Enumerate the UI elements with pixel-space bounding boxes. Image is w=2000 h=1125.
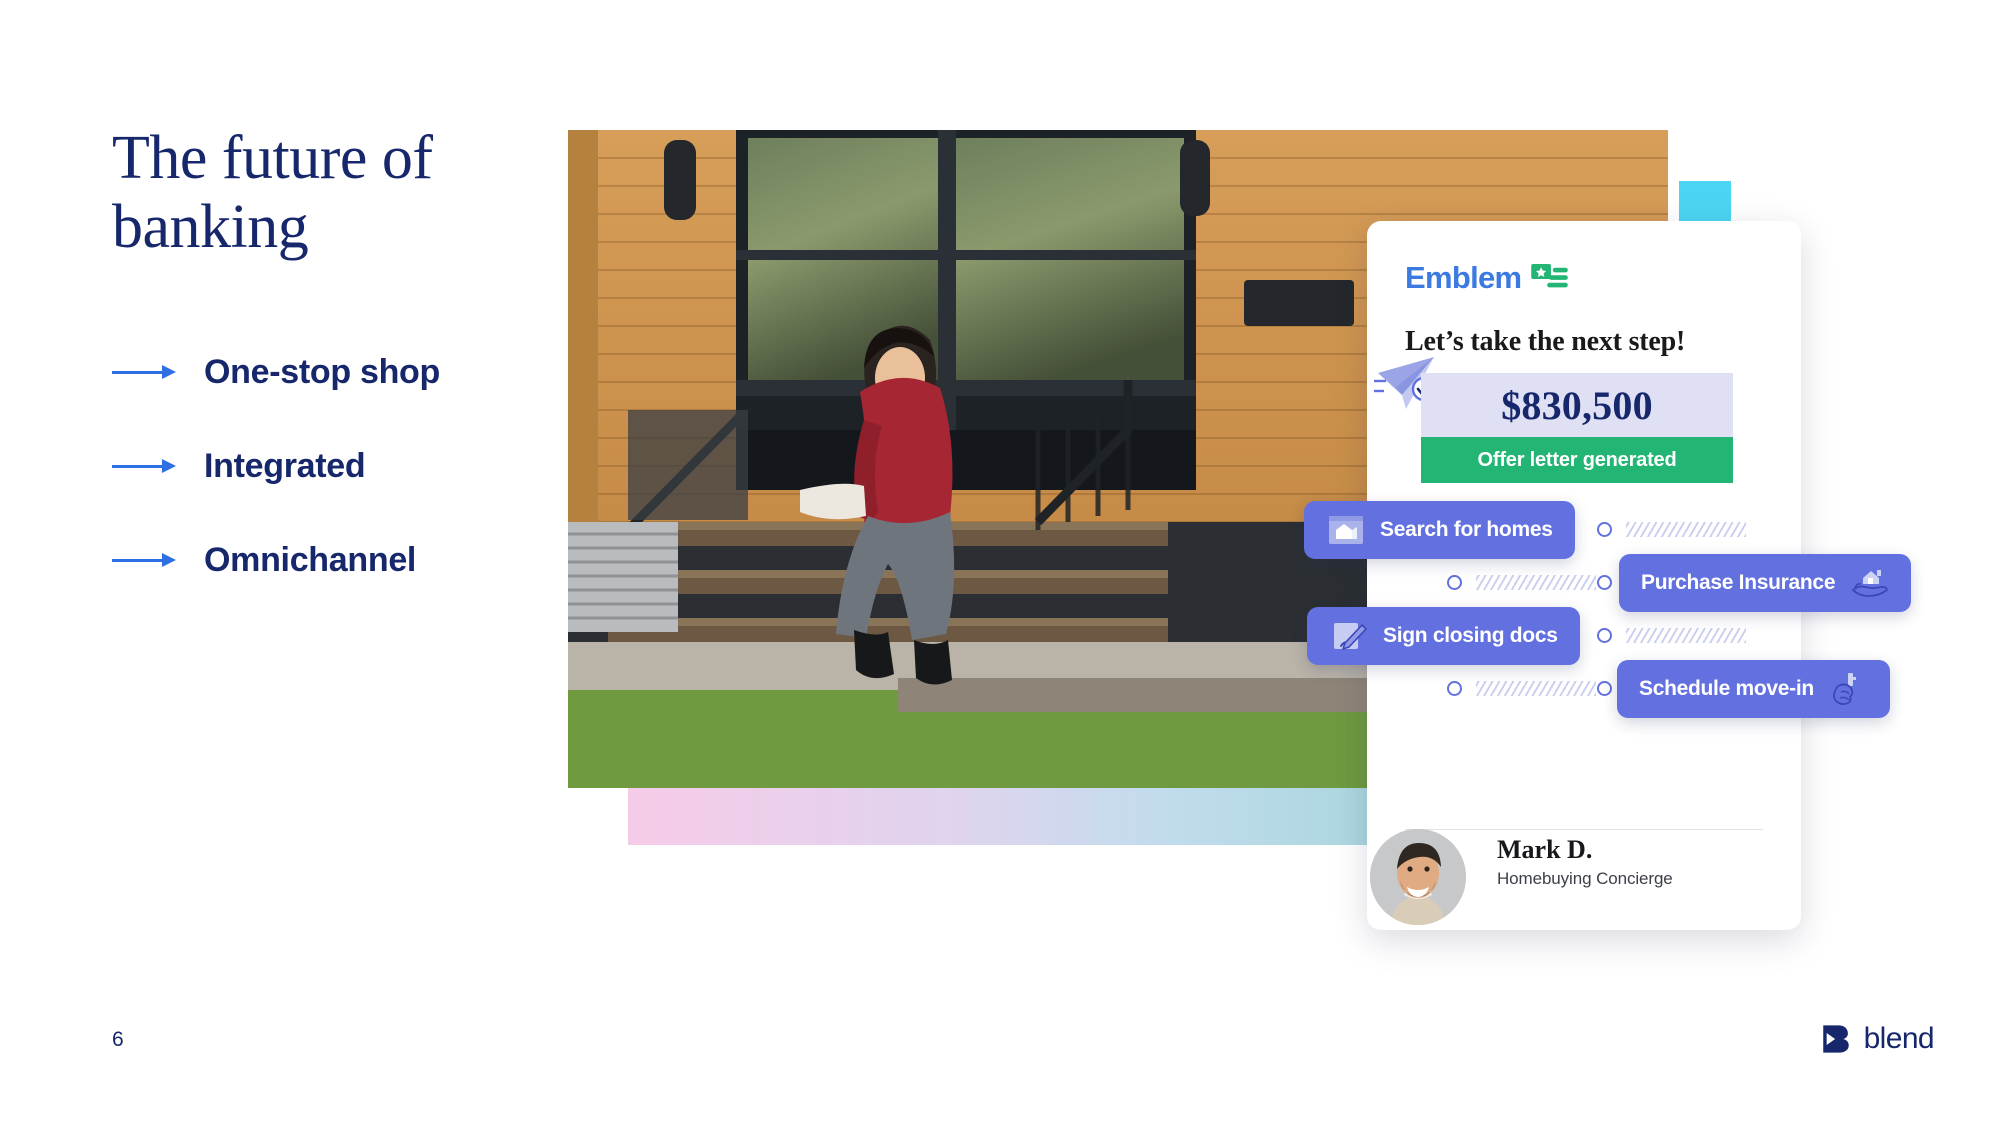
chip-search-for-homes[interactable]: Search for homes [1304, 501, 1575, 559]
placeholder-bar [1626, 522, 1746, 537]
bullet-label: Integrated [204, 446, 366, 485]
placeholder-circle-icon [1447, 575, 1462, 590]
placeholder-circle-icon [1597, 575, 1612, 590]
list-item: Integrated [112, 419, 582, 513]
hand-house-icon [1852, 570, 1889, 597]
bullet-label: One-stop shop [204, 352, 440, 391]
emblem-wordmark: Emblem [1405, 260, 1522, 295]
placeholder-circle-icon [1447, 681, 1462, 696]
arrow-right-icon [112, 359, 176, 385]
chip-label: Sign closing docs [1383, 624, 1558, 647]
placeholder-row [1597, 628, 1746, 643]
arrow-right-icon [112, 547, 176, 573]
avatar-photo [1370, 829, 1466, 925]
chip-purchase-insurance[interactable]: Purchase Insurance [1619, 554, 1912, 612]
placeholder-bar [1626, 628, 1746, 643]
house-window-icon [1329, 516, 1363, 544]
placeholder-circle-icon [1597, 522, 1612, 537]
emblem-flag-icon [1531, 263, 1569, 288]
placeholder-bar [1476, 681, 1596, 696]
card-heading: Let’s take the next step! [1405, 326, 1686, 357]
blend-logo: blend [1819, 1022, 1935, 1056]
divider [1405, 829, 1763, 830]
chip-schedule-move-in[interactable]: Schedule move-in [1617, 660, 1890, 718]
placeholder-circle-icon [1597, 628, 1612, 643]
status-badge: Offer letter generated [1421, 437, 1733, 483]
person-name: Mark D. [1497, 835, 1593, 864]
gradient-accent-bar [628, 788, 1408, 845]
document-pen-icon [1334, 623, 1367, 650]
price-block: $830,500 Offer letter generated [1421, 373, 1733, 483]
placeholder-row [1447, 681, 1596, 696]
action-chip-area: Search for homes Sign closing docs Purch… [1304, 501, 1912, 831]
arrow-right-icon [112, 453, 176, 479]
chip-sign-closing-docs[interactable]: Sign closing docs [1307, 607, 1580, 665]
price-amount: $830,500 [1421, 373, 1733, 437]
placeholder-row [1597, 575, 1612, 590]
emblem-card: Emblem Let’s take the next step! $830,50… [1304, 221, 1912, 930]
list-item: Omnichannel [112, 513, 582, 607]
page-title: The future of banking [112, 124, 433, 262]
avatar [1370, 829, 1466, 925]
placeholder-row [1597, 681, 1612, 696]
bullet-list: One-stop shop Integrated Omnichannel [112, 325, 582, 607]
list-item: One-stop shop [112, 325, 582, 419]
blend-wordmark: blend [1863, 1022, 1935, 1055]
page-number: 6 [112, 1028, 124, 1051]
chip-label: Schedule move-in [1639, 677, 1814, 700]
emblem-logo: Emblem [1405, 260, 1569, 296]
placeholder-circle-icon [1597, 681, 1612, 696]
placeholder-bar [1476, 575, 1596, 590]
chip-label: Search for homes [1380, 518, 1553, 541]
placeholder-row [1447, 575, 1596, 590]
chip-label: Purchase Insurance [1641, 571, 1836, 594]
bullet-label: Omnichannel [204, 540, 417, 579]
placeholder-row [1597, 522, 1746, 537]
person-role: Homebuying Concierge [1497, 869, 1673, 888]
blend-b-mark-icon [1822, 1025, 1849, 1053]
hand-key-icon [1832, 673, 1856, 706]
